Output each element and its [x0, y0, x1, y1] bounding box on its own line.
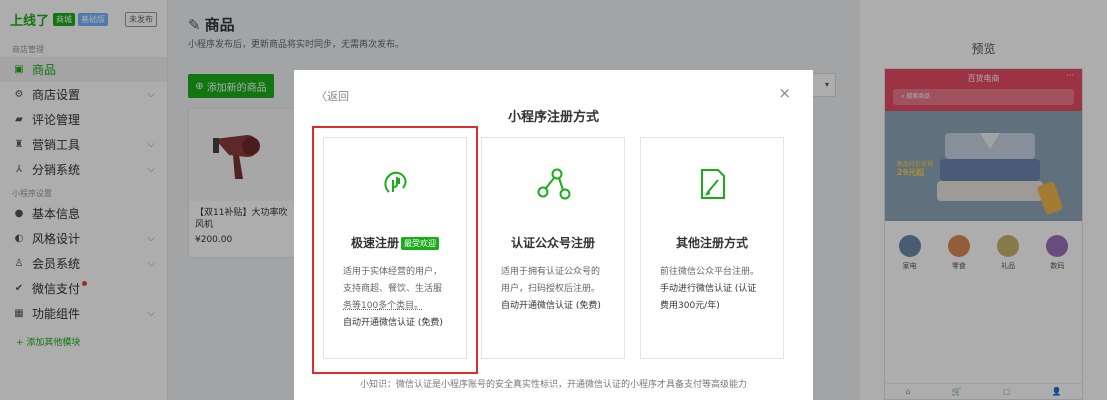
back-link[interactable]: 〈返回 [316, 88, 349, 104]
close-icon[interactable]: × [778, 84, 791, 102]
register-method-modal: 〈返回 × 小程序注册方式 极速注册 最受欢迎 适用于实体经营的用户， 支持商超、… [294, 70, 813, 400]
share-network-icon [482, 166, 624, 202]
chevron-left-icon: 〈 [316, 90, 327, 103]
option-other-register[interactable]: 其他注册方式 前往微信公众平台注册。 手动进行微信认证 (认证 费用300元/年… [640, 137, 784, 359]
modal-title: 小程序注册方式 [507, 110, 599, 125]
option-title: 认证公众号注册 [510, 236, 595, 250]
modal-tip: 小知识：微信认证是小程序账号的安全真实性标识，开通微信认证的小程序才具备支付等高… [359, 380, 747, 390]
option-description: 前往微信公众平台注册。 手动进行微信认证 (认证 费用300元/年) [660, 267, 760, 311]
document-edit-icon [641, 166, 783, 202]
option-description: 适用于拥有认证公众号的 用户，扫码授权后注册。 自动开通微信认证 (免费) [501, 267, 601, 311]
highlight-frame [312, 126, 478, 374]
option-official-account-register[interactable]: 认证公众号注册 适用于拥有认证公众号的 用户，扫码授权后注册。 自动开通微信认证… [481, 137, 625, 359]
option-title: 其他注册方式 [675, 236, 748, 250]
